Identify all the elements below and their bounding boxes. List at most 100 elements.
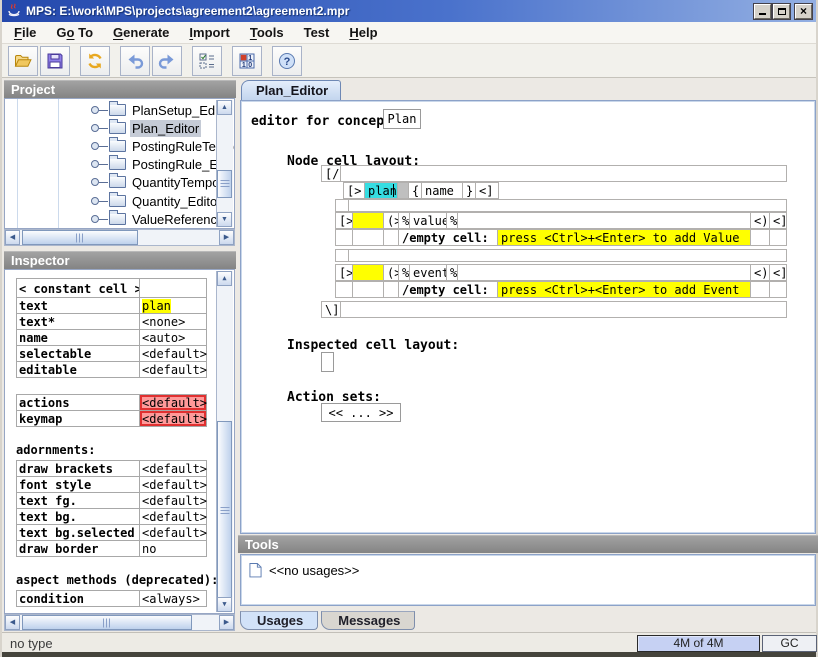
generate-button[interactable]: 110 xyxy=(232,46,262,76)
scrollbar-thumb[interactable] xyxy=(22,615,192,630)
tree-expand-handle-icon[interactable] xyxy=(91,124,99,132)
editor-cell[interactable] xyxy=(335,229,353,246)
property-value[interactable]: <default> xyxy=(139,361,207,378)
property-value[interactable]: <default> xyxy=(139,524,207,541)
property-value[interactable]: <none> xyxy=(139,313,207,330)
usages-view[interactable]: <<no usages>> xyxy=(240,554,816,606)
editor-cell-plan[interactable]: plan xyxy=(364,182,398,199)
memory-indicator[interactable]: 4M of 4M xyxy=(637,635,760,652)
tree-item-valuereference[interactable]: ValueReference_ xyxy=(5,210,234,228)
scroll-down-button[interactable]: ▼ xyxy=(217,597,232,612)
title-bar[interactable]: MPS: E:\work\MPS\projects\agreement2\agr… xyxy=(2,0,816,22)
scroll-up-button[interactable]: ▲ xyxy=(217,100,232,115)
inspector-vertical-scrollbar[interactable]: ▲ ▼ xyxy=(216,271,233,612)
editor-cell-[interactable]: <) xyxy=(750,212,770,229)
editor-cell-press-ctrl-enter-to-add-event[interactable]: press <Ctrl>+<Enter> to add Event xyxy=(497,281,751,298)
scroll-down-button[interactable]: ▼ xyxy=(217,212,232,227)
editor-cell[interactable] xyxy=(457,212,751,229)
save-button[interactable] xyxy=(40,46,70,76)
property-value[interactable]: <default> xyxy=(139,492,207,509)
tree-expand-handle-icon[interactable] xyxy=(91,215,99,223)
menu-go-to[interactable]: Go To xyxy=(46,23,103,42)
property-value[interactable]: no xyxy=(139,540,207,557)
editor-cell[interactable] xyxy=(383,281,399,298)
property-value[interactable]: <default> xyxy=(139,345,207,362)
editor-cell[interactable] xyxy=(335,199,349,212)
scrollbar-thumb[interactable] xyxy=(217,170,232,198)
editor-cell[interactable] xyxy=(352,281,384,298)
menu-import[interactable]: Import xyxy=(179,23,239,42)
tab-messages[interactable]: Messages xyxy=(321,611,415,630)
help-button[interactable]: ? xyxy=(272,46,302,76)
scroll-right-button[interactable]: ▶ xyxy=(219,615,234,630)
editor-cell-[interactable]: <] xyxy=(769,212,787,229)
tree-expand-handle-icon[interactable] xyxy=(91,160,99,168)
editor-cell[interactable] xyxy=(383,229,399,246)
editor-cell[interactable] xyxy=(750,229,770,246)
tree-expand-handle-icon[interactable] xyxy=(91,142,99,150)
editor-cell-[interactable]: (> xyxy=(383,212,399,229)
editor-cell-[interactable]: [> xyxy=(335,264,353,281)
editor-cell-[interactable]: <] xyxy=(475,182,499,199)
property-value[interactable]: <default> xyxy=(139,508,207,525)
tab-plan-editor[interactable]: Plan_Editor xyxy=(241,80,341,100)
editor-cell[interactable] xyxy=(335,249,349,262)
editor-cell[interactable] xyxy=(750,281,770,298)
usage-list-item[interactable]: <<no usages>> xyxy=(249,562,359,578)
editor-cell-empty-cell[interactable]: /empty cell: xyxy=(398,281,498,298)
editor-cell[interactable] xyxy=(348,249,787,262)
tree-expand-handle-icon[interactable] xyxy=(91,197,99,205)
editor-cell-[interactable]: } xyxy=(462,182,476,199)
inspected-cell-placeholder[interactable] xyxy=(321,352,334,372)
editor-cell-value[interactable]: value xyxy=(409,212,447,229)
tree-item-postingrule-edit[interactable]: PostingRule_Edit xyxy=(5,155,234,173)
close-button[interactable]: × xyxy=(795,4,812,19)
editor-cell[interactable] xyxy=(352,212,384,229)
editor-cell-name[interactable]: name xyxy=(421,182,463,199)
inspector-panel-header[interactable]: Inspector xyxy=(4,251,236,269)
editor-cell-event[interactable]: event xyxy=(409,264,447,281)
menu-generate[interactable]: Generate xyxy=(103,23,179,42)
editor-cell-empty-cell[interactable]: /empty cell: xyxy=(398,229,498,246)
menu-test[interactable]: Test xyxy=(294,23,340,42)
editor-cell[interactable] xyxy=(348,199,787,212)
tree-item-plansetup-edito[interactable]: PlanSetup_Edito xyxy=(5,101,234,119)
tree-expand-handle-icon[interactable] xyxy=(91,178,99,186)
open-button[interactable] xyxy=(8,46,38,76)
project-panel-header[interactable]: Project xyxy=(4,80,236,98)
project-vertical-scrollbar[interactable]: ▲ ▼ xyxy=(216,100,233,227)
scroll-left-button[interactable]: ◀ xyxy=(5,615,20,630)
menu-file[interactable]: File xyxy=(4,23,46,42)
editor-cell[interactable] xyxy=(352,264,384,281)
property-value[interactable]: <auto> xyxy=(139,329,207,346)
gc-button[interactable]: GC xyxy=(762,635,817,652)
property-value[interactable]: <default> xyxy=(139,476,207,493)
editor-cell-[interactable]: [> xyxy=(335,212,353,229)
editor-cell[interactable] xyxy=(352,229,384,246)
tree-item-postingruletemp[interactable]: PostingRuleTemp xyxy=(5,137,234,155)
menu-tools[interactable]: Tools xyxy=(240,23,294,42)
editor-cell[interactable] xyxy=(769,229,787,246)
editor-cell-[interactable]: { xyxy=(408,182,422,199)
property-value[interactable]: <default> xyxy=(139,410,207,427)
inspector-horizontal-scrollbar[interactable]: ◀ ▶ xyxy=(4,614,235,631)
editor-cell-[interactable]: <] xyxy=(769,264,787,281)
tree-item-quantity-editor[interactable]: Quantity_Editor xyxy=(5,192,234,210)
property-value[interactable]: <default> xyxy=(139,394,207,411)
editor-cell-[interactable]: (> xyxy=(383,264,399,281)
properties-button[interactable] xyxy=(192,46,222,76)
editor-cell-press-ctrl-enter-to-add-value[interactable]: press <Ctrl>+<Enter> to add Value xyxy=(497,229,751,246)
scroll-right-button[interactable]: ▶ xyxy=(219,230,234,245)
tab-usages[interactable]: Usages xyxy=(240,611,318,630)
editor-cell-[interactable]: <) xyxy=(750,264,770,281)
tree-item-quantitytempor[interactable]: QuantityTempor xyxy=(5,173,234,191)
editor-cell[interactable] xyxy=(340,165,787,182)
property-value[interactable]: <default> xyxy=(139,460,207,477)
minimize-button[interactable] xyxy=(754,4,771,19)
editor-cell-[interactable]: [> xyxy=(343,182,365,199)
action-sets-cell[interactable]: << ... >> xyxy=(321,403,401,422)
menu-help[interactable]: Help xyxy=(339,23,387,42)
editor-cell[interactable] xyxy=(769,281,787,298)
undo-button[interactable] xyxy=(120,46,150,76)
project-horizontal-scrollbar[interactable]: ◀ ▶ xyxy=(4,229,235,246)
